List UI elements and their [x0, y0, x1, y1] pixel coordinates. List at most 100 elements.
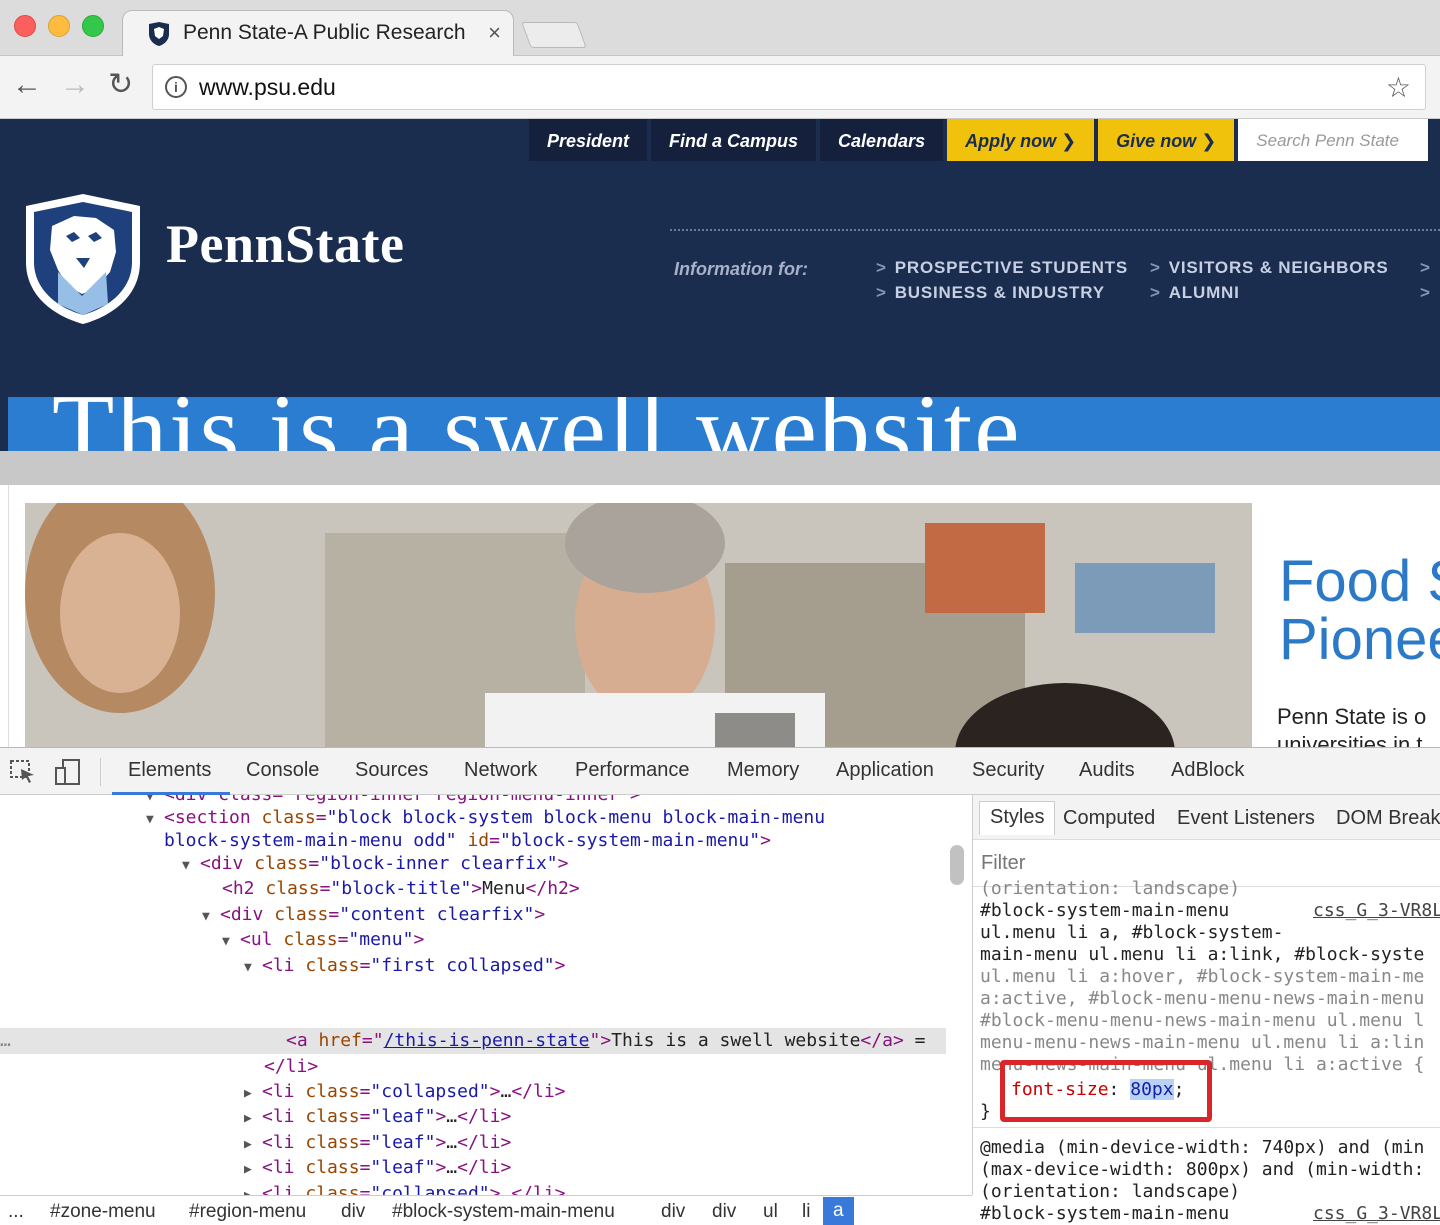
dom-node-li[interactable]: ▶ <li class="leaf">…</li>	[244, 1104, 511, 1129]
feature-photo[interactable]	[25, 503, 1252, 747]
apply-now-button[interactable]: Apply now ❯	[947, 119, 1095, 161]
devtools-tab-security[interactable]: Security	[972, 759, 1044, 782]
css-close-brace: }	[980, 1101, 991, 1122]
feature-title[interactable]: Food SPionee	[1279, 553, 1440, 669]
chevron-right-icon: >	[1150, 258, 1161, 277]
site-header: President Find a Campus Calendars Apply …	[0, 119, 1440, 451]
dom-node-li[interactable]: ▶<li class="collapsed">…</li>	[244, 1181, 566, 1195]
device-toolbar-icon[interactable]	[54, 758, 82, 786]
top-utility-nav: President Find a Campus Calendars Apply …	[529, 119, 1432, 161]
header-divider	[670, 229, 1440, 231]
audience-alumni-link[interactable]: > ALUMNI	[1150, 283, 1240, 303]
devtools-tab-console[interactable]: Console	[246, 759, 319, 782]
chevron-right-icon: >	[1150, 283, 1161, 302]
css-selector[interactable]: main-menu ul.menu li a:link, #block-syst…	[980, 944, 1424, 966]
chevron-right-icon[interactable]: >	[1420, 283, 1439, 303]
css-source-link[interactable]: css_G_3-VR8L	[1313, 1203, 1440, 1224]
devtools-tab-application[interactable]: Application	[836, 759, 934, 782]
back-arrow-icon[interactable]: ←	[12, 70, 42, 100]
dom-node-li-first[interactable]: ▼ <li class="first collapsed">	[244, 953, 565, 978]
feature-body-line-1: Penn State is o	[1277, 704, 1427, 729]
styles-pane: Styles Computed Event Listeners DOM Brea…	[973, 795, 1440, 1225]
css-source-link[interactable]: css_G_3-VR8L	[1313, 900, 1440, 921]
breadcrumb-region-menu[interactable]: #region-menu	[189, 1201, 306, 1223]
dom-node-section-cont[interactable]: block-system-main-menu odd" id="block-sy…	[164, 828, 771, 853]
close-window-button[interactable]	[14, 15, 36, 37]
address-bar-url[interactable]: www.psu.edu	[199, 74, 336, 101]
breadcrumb-a-active[interactable]: a	[823, 1197, 854, 1225]
feature-title-line-1[interactable]: Food S	[1279, 553, 1440, 611]
nav-find-campus-link[interactable]: Find a Campus	[651, 119, 817, 161]
audience-prospective-students-link[interactable]: > PROSPECTIVE STUDENTS	[876, 258, 1128, 278]
site-info-icon[interactable]: i	[165, 76, 187, 98]
breadcrumb-ul[interactable]: ul	[763, 1201, 778, 1223]
forward-arrow-icon[interactable]: →	[60, 70, 90, 100]
dom-node-close-li[interactable]: </li>	[264, 1054, 318, 1079]
breadcrumb-div[interactable]: div	[712, 1201, 736, 1223]
dom-node-div[interactable]: ▼ <div class="block-inner clearfix">	[182, 851, 569, 876]
dom-node-section[interactable]: ▼ <section class="block block-system bloc…	[146, 805, 825, 830]
computed-tab[interactable]: Computed	[1063, 807, 1155, 830]
inspect-element-icon[interactable]	[10, 760, 36, 784]
dom-node-div-content[interactable]: ▼ <div class="content clearfix">	[202, 902, 545, 927]
new-tab-button[interactable]	[521, 22, 587, 48]
audience-visitors-neighbors-link[interactable]: > VISITORS & NEIGHBORS	[1150, 258, 1388, 278]
dom-node-li[interactable]: ▶<li class="collapsed">…</li>	[244, 1079, 566, 1104]
breadcrumb-zone-menu[interactable]: #zone-menu	[50, 1201, 156, 1223]
devtools-tab-adblock[interactable]: AdBlock	[1171, 759, 1244, 782]
devtools-tab-network[interactable]: Network	[464, 759, 537, 782]
css-selector[interactable]: a:active, #block-menu-menu-news-main-men…	[980, 988, 1424, 1010]
dom-node-ul[interactable]: ▼ <ul class="menu">	[222, 927, 424, 952]
feature-body-line-2: universities in t	[1277, 732, 1423, 747]
feature-title-line-2[interactable]: Pionee	[1279, 611, 1440, 669]
dom-breakpoints-tab[interactable]: DOM Break	[1336, 807, 1440, 830]
devtools-tab-audits[interactable]: Audits	[1079, 759, 1135, 782]
devtools-tab-sources[interactable]: Sources	[355, 759, 428, 782]
devtools-tab-performance[interactable]: Performance	[575, 759, 690, 782]
psu-shield-favicon-icon	[149, 22, 169, 46]
dom-node-li[interactable]: ▶ <li class="leaf">…</li>	[244, 1155, 511, 1180]
devtools-tab-memory[interactable]: Memory	[727, 759, 799, 782]
css-selector[interactable]: ul.menu li a:hover, #block-system-main-m…	[980, 966, 1424, 988]
dom-node-li[interactable]: ▶ <li class="leaf">…</li>	[244, 1130, 511, 1155]
elements-scrollbar[interactable]	[950, 845, 964, 885]
tab-close-icon[interactable]: ×	[488, 20, 501, 46]
styles-tab[interactable]: Styles	[979, 801, 1056, 835]
breadcrumb-div[interactable]: div	[661, 1201, 685, 1223]
audience-business-industry-link[interactable]: > BUSINESS & INDUSTRY	[876, 283, 1105, 303]
nav-president-link[interactable]: President	[529, 119, 648, 161]
zoom-window-button[interactable]	[82, 15, 104, 37]
swell-website-link[interactable]: This is a swell website	[52, 397, 1022, 451]
chevron-right-icon: >	[876, 283, 887, 302]
address-bar[interactable]: i www.psu.edu ☆	[152, 64, 1426, 110]
dom-node-a-selected[interactable]: <a href="/this-is-penn-state">This is a …	[286, 1028, 925, 1053]
bookmark-star-icon[interactable]: ☆	[1386, 71, 1411, 104]
chevron-right-icon[interactable]: >	[1420, 258, 1439, 278]
css-selector[interactable]: #block-menu-menu-news-main-menu ul.menu …	[980, 1010, 1424, 1032]
browser-tab-active[interactable]: Penn State-A Public Research ×	[122, 10, 514, 57]
css-selector[interactable]: #block-system-main-menu	[980, 1203, 1229, 1225]
dom-node-h2[interactable]: <h2 class="block-title">Menu</h2>	[222, 876, 580, 901]
site-search-input[interactable]: Search Penn State	[1238, 119, 1429, 161]
reload-icon[interactable]: ↻	[108, 70, 133, 100]
breadcrumb-block-system-main-menu[interactable]: #block-system-main-menu	[392, 1201, 615, 1223]
give-now-button[interactable]: Give now ❯	[1098, 119, 1235, 161]
css-selector[interactable]: ul.menu li a, #block-system-	[980, 922, 1283, 944]
breadcrumb-li[interactable]: li	[802, 1201, 810, 1223]
styles-filter-input[interactable]: Filter	[981, 852, 1025, 875]
devtools-tab-elements[interactable]: Elements	[128, 759, 211, 782]
elements-tree[interactable]: ▼<div class="region-inner region-menu-in…	[0, 795, 972, 1195]
dom-breadcrumbs: ... #zone-menu #region-menu div #block-s…	[0, 1195, 972, 1225]
main-menu-banner: This is a swell website	[8, 397, 1440, 451]
minimize-window-button[interactable]	[48, 15, 70, 37]
event-listeners-tab[interactable]: Event Listeners	[1177, 807, 1315, 830]
css-media-line: (max-device-width: 800px) and (min-width…	[980, 1159, 1425, 1180]
css-selector[interactable]: #block-system-main-menu	[980, 900, 1229, 922]
breadcrumb-div[interactable]: div	[341, 1201, 365, 1223]
penn-state-wordmark[interactable]: PennState	[166, 213, 404, 275]
nav-calendars-link[interactable]: Calendars	[820, 119, 944, 161]
information-for-label: Information for:	[674, 259, 808, 279]
penn-state-lion-shield-icon[interactable]	[22, 192, 144, 326]
css-selector[interactable]: menu-menu-news-main-menu ul.menu li a:li…	[980, 1032, 1424, 1054]
breadcrumb-overflow[interactable]: ...	[8, 1201, 24, 1223]
